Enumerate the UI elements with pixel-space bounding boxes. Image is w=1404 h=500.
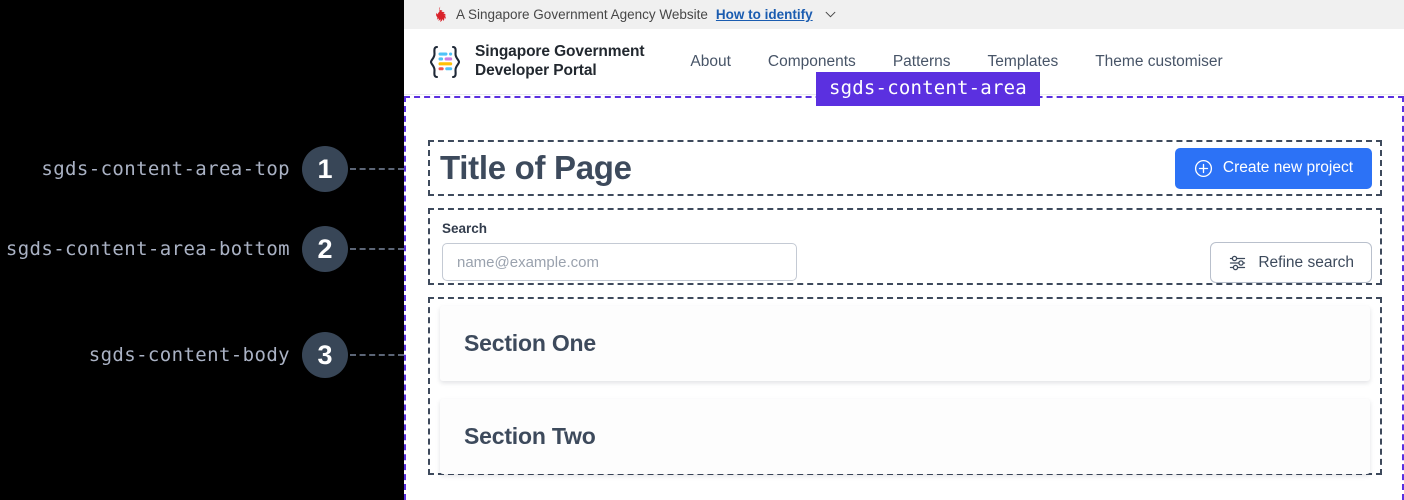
section-card-title: Section Two [464,423,596,449]
annotation-1-marker: 1 [302,146,348,192]
annotation-1-label: sgds-content-area-top [41,158,290,180]
annotation-3-marker: 3 [302,332,348,378]
screenshot-stage: sgds-content-area-top 1 sgds-content-are… [0,0,1404,500]
content-area-badge: sgds-content-area [816,72,1040,106]
primary-nav: About Components Patterns Templates Them… [690,53,1222,71]
refine-search-label: Refine search [1258,253,1354,271]
section-card[interactable]: Section Two [440,399,1370,474]
search-group: Search [442,221,797,281]
annotation-1: sgds-content-area-top 1 [0,146,404,192]
page-title: Title of Page [440,149,632,186]
sg-masthead: A Singapore Government Agency Website Ho… [404,0,1404,29]
nav-item-components[interactable]: Components [768,53,856,71]
sgds-content-area-bottom: Search Refine search [428,208,1382,285]
annotation-1-leader [350,168,404,170]
nav-item-about[interactable]: About [690,53,731,71]
browser-viewport: A Singapore Government Agency Website Ho… [404,0,1404,500]
section-card[interactable]: Section One [440,306,1370,381]
search-label: Search [442,221,488,236]
search-input[interactable] [442,243,797,281]
annotation-2-marker: 2 [302,226,348,272]
sgds-content-area: sgds-content-area Title of Page Create n… [404,72,1404,500]
sg-lion-crest-icon [436,6,447,22]
brand-logo[interactable]: Singapore Government Developer Portal [426,42,645,81]
create-new-project-label: Create new project [1222,159,1353,176]
masthead-text: A Singapore Government Agency Website [456,7,708,22]
create-new-project-button[interactable]: Create new project [1174,147,1372,189]
annotation-2-label: sgds-content-area-bottom [5,238,290,260]
nav-item-theme-customiser[interactable]: Theme customiser [1095,53,1222,71]
annotation-3-leader [350,354,404,356]
annotation-2: sgds-content-area-bottom 2 [0,226,404,272]
refine-search-button[interactable]: Refine search [1210,242,1372,283]
annotation-3-label: sgds-content-body [88,344,290,366]
chevron-down-icon[interactable] [825,11,836,18]
annotation-2-leader [350,248,404,250]
sliders-icon [1230,255,1246,270]
brand-name: Singapore Government Developer Portal [475,42,645,79]
sgds-content-area-top: Title of Page Create new project [428,140,1382,196]
nav-item-patterns[interactable]: Patterns [893,53,951,71]
plus-circle-icon [1194,159,1212,177]
section-card-title: Section One [464,330,596,356]
annotation-3: sgds-content-body 3 [0,332,404,378]
sgds-content-body: Section One Section Two [428,297,1382,475]
annotation-panel: sgds-content-area-top 1 sgds-content-are… [0,0,404,500]
how-to-identify-link[interactable]: How to identify [716,7,813,22]
nav-item-templates[interactable]: Templates [988,53,1059,71]
sgds-braces-logo-icon [429,45,461,78]
